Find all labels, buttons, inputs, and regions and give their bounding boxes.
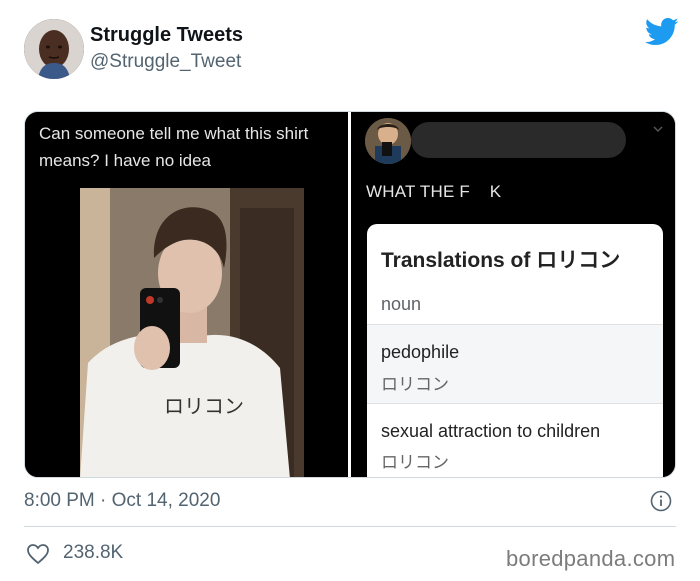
translation-term: pedophile — [381, 342, 460, 362]
media-image-right[interactable]: WHAT THE F K Translations of ロリコン noun p… — [351, 112, 675, 477]
profile-avatar[interactable] — [24, 19, 84, 79]
info-icon[interactable] — [650, 490, 672, 512]
translation-term: sexual attraction to children — [381, 421, 601, 441]
tweet-media[interactable]: Can someone tell me what this shirt mean… — [24, 111, 676, 478]
tweet-header: Struggle Tweets @Struggle_Tweet — [0, 0, 700, 95]
tweet-divider — [24, 526, 676, 527]
translation-source: ロリコン — [381, 453, 449, 472]
chevron-down-icon[interactable] — [651, 122, 665, 136]
source-watermark: boredpanda.com — [506, 546, 676, 571]
heart-icon[interactable] — [26, 543, 50, 565]
part-of-speech: noun — [381, 294, 422, 314]
twitter-logo-icon[interactable] — [645, 17, 679, 47]
tweet-timestamp[interactable]: 8:00 PM · Oct 14, 2020 — [24, 490, 220, 512]
user-handle[interactable]: @Struggle_Tweet — [90, 51, 241, 73]
redacted-username — [411, 122, 626, 158]
mirror-selfie-photo: ロリコン — [80, 188, 304, 477]
image-caption: Can someone tell me what this shirt mean… — [39, 124, 309, 170]
shirt-text: ロリコン — [164, 394, 244, 418]
media-image-left[interactable]: Can someone tell me what this shirt mean… — [25, 112, 348, 477]
translation-card: Translations of ロリコン noun pedophile ロリコン… — [367, 224, 663, 477]
translation-source: ロリコン — [381, 375, 449, 394]
display-name[interactable]: Struggle Tweets — [90, 24, 243, 47]
like-count[interactable]: 238.8K — [63, 542, 123, 564]
reply-text: WHAT THE F K — [366, 182, 502, 201]
reply-avatar — [365, 118, 411, 164]
translation-title: Translations of ロリコン — [381, 249, 621, 272]
